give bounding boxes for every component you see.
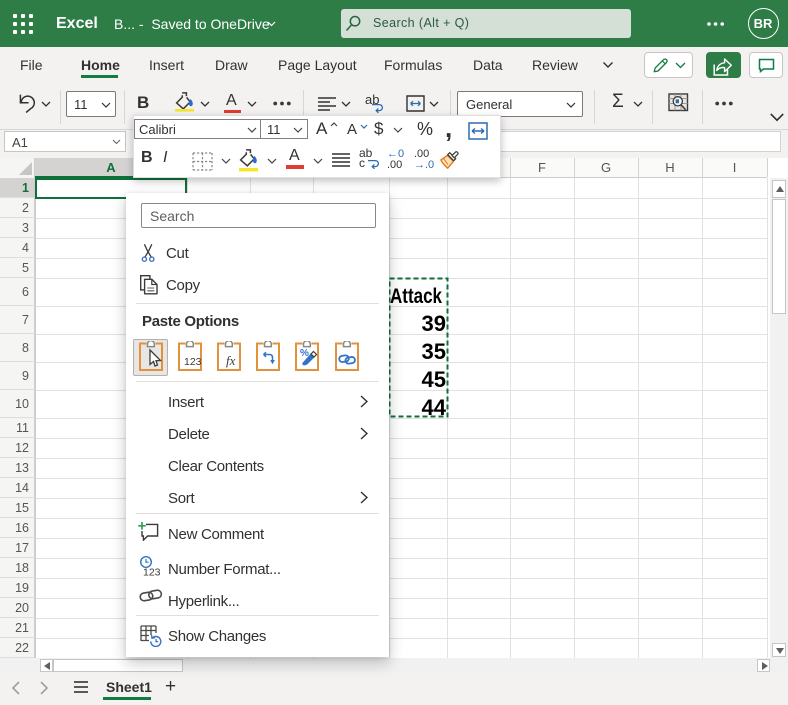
svg-text:123: 123 xyxy=(184,356,202,368)
svg-text:fx: fx xyxy=(226,353,236,368)
svg-text:123: 123 xyxy=(143,567,161,578)
